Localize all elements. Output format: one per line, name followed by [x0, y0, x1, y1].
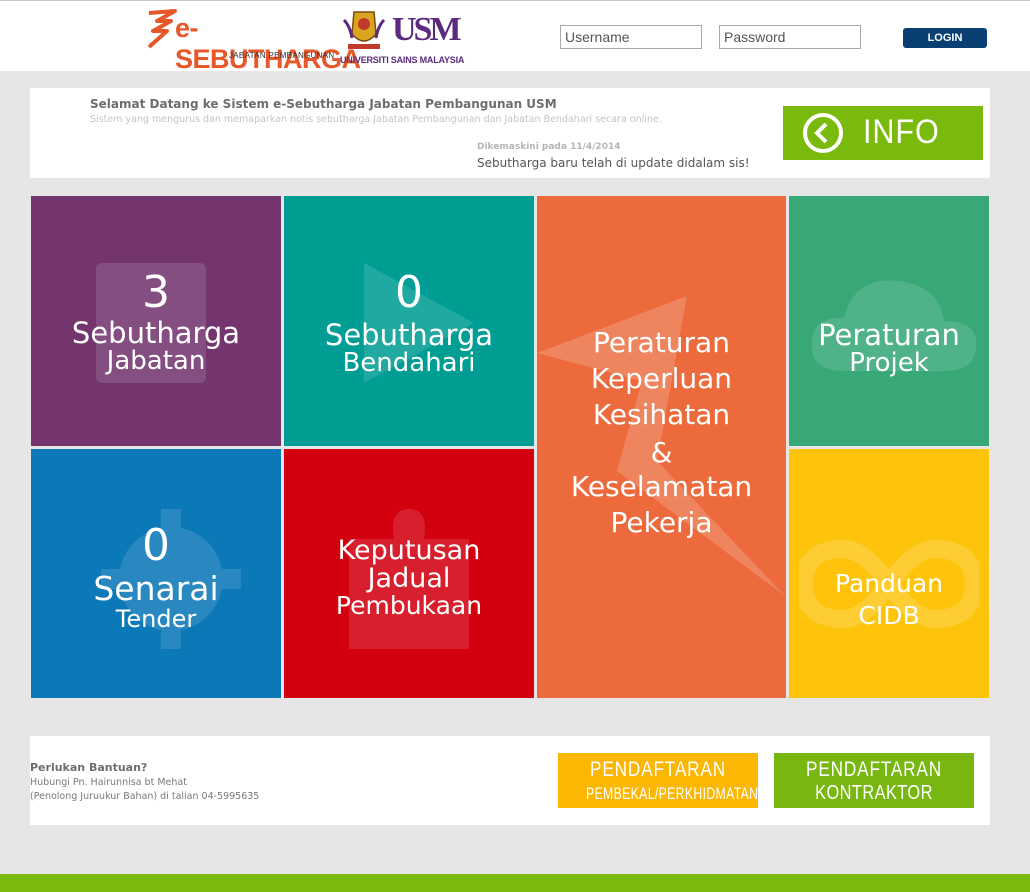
keperluan-line-4: &	[650, 436, 673, 469]
keperluan-line-5: Keselamatan	[570, 470, 753, 503]
brand-subtitle: JABATAN PEMBANGUNAN	[229, 51, 335, 60]
tile-senarai-tender[interactable]: 0 Senarai Tender	[31, 449, 281, 698]
help-panel: Perlukan Bantuan? Hubungi Pn. Hairunnisa…	[30, 736, 990, 825]
welcome-description: Sistem yang mengurus dan memaparkan noti…	[90, 114, 662, 125]
bendahari-label-2: Bendahari	[342, 348, 476, 378]
usm-wordmark: USM	[392, 11, 462, 48]
register-supplier-button[interactable]: PENDAFTARAN PEMBEKAL/PERKHIDMATAN	[558, 753, 758, 808]
bendahari-count: 0	[395, 267, 423, 318]
header: e-SEBUTHARGA JABATAN PEMBANGUNAN USM UNI…	[0, 0, 1030, 74]
welcome-title: Selamat Datang ke Sistem e-Sebutharga Ja…	[90, 97, 557, 111]
keperluan-line-6: Pekerja	[610, 506, 713, 539]
password-input[interactable]	[719, 25, 861, 49]
help-contact-phone: (Penolong Juruukur Bahan) di talian 04-5…	[30, 791, 260, 802]
usm-logo[interactable]: USM UNIVERSITI SAINS MALAYSIA	[338, 6, 464, 68]
info-label: INFO	[863, 113, 940, 151]
chevron-left-icon	[803, 113, 843, 153]
register-supplier-line-1: PENDAFTARAN	[590, 758, 726, 781]
cidb-label-1: Panduan	[835, 569, 943, 598]
last-updated: Dikemaskini pada 11/4/2014	[477, 142, 621, 152]
tile-sebutharga-jabatan[interactable]: 3 Sebutharga Jabatan	[31, 196, 281, 446]
sebutharga-mark-icon	[147, 9, 177, 49]
cidb-label-2: CIDB	[858, 601, 920, 630]
brand-name: e-SEBUTHARGA	[175, 13, 361, 74]
jabatan-label-2: Jabatan	[106, 346, 206, 376]
tender-count: 0	[142, 520, 170, 571]
tender-label-1: Senarai	[93, 569, 219, 608]
username-input[interactable]	[560, 25, 702, 49]
jabatan-count: 3	[142, 267, 170, 318]
bendahari-label-1: Sebutharga	[324, 318, 494, 352]
keputusan-line-1: Keputusan	[337, 535, 481, 566]
projek-label-1: Peraturan	[818, 318, 960, 352]
jabatan-label-1: Sebutharga	[71, 316, 241, 350]
footer-bar	[0, 874, 1030, 892]
e-sebutharga-logo[interactable]: e-SEBUTHARGA JABATAN PEMBANGUNAN	[145, 7, 361, 74]
tile-peraturan-keselamatan[interactable]: Peraturan Keperluan Kesihatan & Keselama…	[537, 196, 786, 698]
register-contractor-line-1: PENDAFTARAN	[806, 758, 942, 781]
keputusan-line-2: Jadual	[367, 563, 451, 594]
help-heading: Perlukan Bantuan?	[30, 761, 148, 774]
register-contractor-line-2: KONTRAKTOR	[815, 782, 933, 804]
keperluan-line-3: Kesihatan	[592, 398, 731, 431]
login-button[interactable]: LOGIN	[903, 28, 987, 48]
university-name: UNIVERSITI SAINS MALAYSIA	[340, 55, 465, 65]
news-marquee[interactable]: Sebutharga baru telah di update didalam …	[477, 156, 772, 170]
tile-panduan-cidb[interactable]: Panduan CIDB	[789, 449, 989, 698]
tile-sebutharga-bendahari[interactable]: 0 Sebutharga Bendahari	[284, 196, 534, 446]
keperluan-line-2: Keperluan	[590, 362, 733, 395]
tender-label-2: Tender	[115, 605, 197, 633]
keputusan-line-3: Pembukaan	[335, 591, 483, 620]
usm-crest-icon	[342, 11, 386, 49]
keperluan-line-1: Peraturan	[593, 326, 730, 359]
tile-peraturan-projek[interactable]: Peraturan Projek	[789, 196, 989, 446]
register-contractor-button[interactable]: PENDAFTARAN KONTRAKTOR	[774, 753, 974, 808]
info-button[interactable]: INFO	[783, 106, 983, 160]
projek-label-2: Projek	[849, 348, 929, 378]
register-supplier-line-2: PEMBEKAL/PERKHIDMATAN	[586, 784, 759, 803]
tile-keputusan-jadual-pembukaan[interactable]: Keputusan Jadual Pembukaan	[284, 449, 534, 698]
welcome-panel: Selamat Datang ke Sistem e-Sebutharga Ja…	[30, 88, 990, 178]
help-contact-name: Hubungi Pn. Hairunnisa bt Mehat	[30, 777, 187, 788]
